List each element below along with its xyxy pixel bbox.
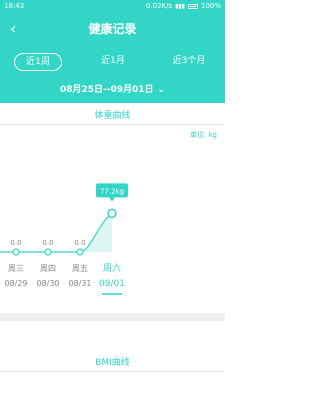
status-time: 18:43 bbox=[4, 2, 25, 10]
weight-section-title: 体重曲线 bbox=[94, 111, 131, 121]
signal-icon: ▮▮▮ bbox=[175, 2, 185, 10]
net-speed: 0.02K/s bbox=[145, 2, 173, 10]
date-range-label: 08月25日--09月01日 bbox=[59, 85, 154, 95]
weight-point[interactable] bbox=[12, 248, 20, 256]
weight-point-label: 0.0 bbox=[10, 239, 21, 247]
x-tick-date: 09/01 bbox=[99, 279, 125, 289]
x-tick-weekday: 周四 bbox=[40, 264, 56, 273]
range-tabs: 近1周 近1月 近3个月 bbox=[14, 53, 214, 71]
date-range-selector[interactable]: 08月25日--09月01日 ⌄ bbox=[0, 82, 225, 95]
x-tick-weekday: 周六 bbox=[103, 262, 121, 274]
divider bbox=[0, 124, 225, 125]
x-tick-date: 08/31 bbox=[68, 279, 91, 288]
weight-point-label: 0.0 bbox=[42, 239, 53, 247]
chevron-down-icon: ⌄ bbox=[157, 85, 166, 95]
status-bar: 18:43 0.02K/s ▮▮▮ 100% bbox=[0, 0, 225, 14]
section-separator bbox=[0, 313, 225, 321]
bmi-section-title: BMI曲线 bbox=[95, 358, 130, 368]
status-right: 0.02K/s ▮▮▮ 100% bbox=[146, 2, 221, 10]
weight-tooltip-text: 77.2kg bbox=[100, 187, 124, 195]
battery-icon bbox=[187, 3, 198, 9]
weight-chart[interactable]: 0.0 周三 08/29 0.0 周四 08/30 0.0 周五 08/31 77.2kg 周六 09… bbox=[0, 160, 225, 310]
page-title: 健康记录 bbox=[88, 22, 137, 36]
tab-week[interactable]: 近1周 bbox=[14, 53, 62, 71]
x-tick-date: 08/29 bbox=[4, 279, 27, 288]
divider bbox=[0, 371, 225, 372]
weight-point-label: 0.0 bbox=[74, 239, 85, 247]
weight-unit-label: 单位: kg bbox=[189, 131, 217, 139]
battery-percent: 100% bbox=[200, 2, 221, 10]
x-tick-weekday: 周五 bbox=[72, 264, 88, 273]
header-bar: 18:43 0.02K/s ▮▮▮ 100% ‹ 健康记录 近1周 近1月 近3… bbox=[0, 0, 225, 103]
weight-tooltip-arrow bbox=[109, 197, 115, 202]
x-tick-date: 08/30 bbox=[36, 279, 59, 288]
weight-chart-svg: 0.0 周三 08/29 0.0 周四 08/30 0.0 周五 08/31 77.2kg 周六 09… bbox=[0, 183, 128, 295]
weight-point-selected[interactable] bbox=[107, 208, 117, 219]
tab-month[interactable]: 近1月 bbox=[93, 53, 133, 71]
weight-point[interactable] bbox=[44, 248, 52, 256]
weight-point[interactable] bbox=[76, 248, 84, 256]
tab-three-months[interactable]: 近3个月 bbox=[164, 53, 214, 71]
x-tick-weekday: 周三 bbox=[8, 264, 24, 273]
